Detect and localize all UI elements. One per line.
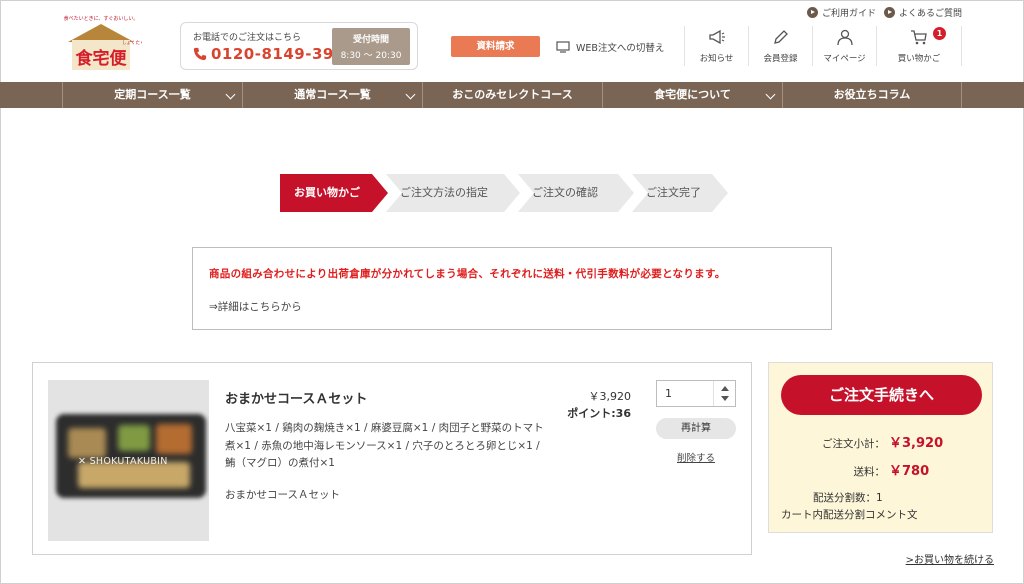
phone-order-box: お電話でのご注文はこちら 0120-8149-39 受付時間 8:30 ～ 20… (180, 22, 418, 70)
megaphone-icon (708, 29, 725, 45)
step-order-method: ご注文方法の指定 (386, 174, 520, 212)
product-title: おまかせコースＡセット (225, 392, 368, 407)
phone-number-text: 0120-8149-39 (211, 45, 334, 63)
hours-badge: 受付時間 8:30 ～ 20:30 (332, 28, 410, 65)
register-label: 会員登録 (763, 54, 798, 64)
monitor-icon (556, 41, 570, 53)
news-link[interactable]: お知らせ (684, 26, 748, 66)
nav-label: 定期コース一覧 (114, 88, 191, 101)
pencil-icon (773, 30, 788, 44)
nav-label: 食宅便について (654, 88, 731, 101)
product-image[interactable]: ✕ SHOKUTAKUBIN (48, 380, 209, 541)
quantity-spinner[interactable] (713, 381, 735, 406)
cart-item: ✕ SHOKUTAKUBIN おまかせコースＡセット 八宝菜×1 / 鶏肉の麹焼… (32, 362, 752, 555)
cart-link[interactable]: 買い物かご 1 (876, 26, 962, 66)
faq-label: よくあるご質問 (898, 9, 962, 19)
checkout-steps: お買い物かご ご注文方法の指定 ご注文の確認 ご注文完了 (280, 174, 728, 212)
order-summary: ご注文手続きへ ご注文小計： ￥3,920 送料： ￥780 配送分割数：1 カート… (768, 362, 993, 533)
recalculate-button[interactable]: 再計算 (656, 418, 736, 439)
user-icon (836, 29, 853, 46)
triangle-up-icon[interactable] (721, 386, 729, 391)
quantity-stepper[interactable]: 1 (656, 380, 736, 407)
split-count: 配送分割数：1 (813, 492, 883, 504)
svg-text:しょくたくびん: しょくたくびん (122, 39, 142, 46)
chevron-down-icon (765, 89, 776, 100)
mypage-label: マイページ (823, 54, 866, 64)
subtotal-value: ￥3,920 (889, 436, 944, 451)
mypage-link[interactable]: マイページ (812, 26, 876, 66)
shipping-notice: 商品の組み合わせにより出荷倉庫が分かれてしまう場合、それぞれに送料・代引手数料が… (192, 247, 832, 330)
svg-text:食宅便: 食宅便 (76, 48, 128, 69)
site-logo[interactable]: 食べたいときに、すぐおいしい。 食宅便 しょくたくびん (60, 12, 154, 76)
news-label: お知らせ (699, 54, 734, 64)
web-switch-label: WEB注文への切替え (576, 43, 665, 54)
nav-item-about[interactable]: 食宅便について (602, 82, 782, 108)
register-link[interactable]: 会員登録 (748, 26, 812, 66)
phone-number[interactable]: 0120-8149-39 (193, 45, 334, 63)
food-dish (156, 424, 192, 454)
nav-item-select-course[interactable]: おこのみセレクトコース (422, 82, 602, 108)
food-dish (118, 425, 150, 451)
nav-label: おこのみセレクトコース (452, 88, 573, 101)
step-cart: お買い物かご (280, 174, 388, 212)
phone-icon (193, 47, 207, 61)
quantity-value: 1 (665, 387, 672, 400)
shipping-value: ￥780 (889, 464, 930, 479)
shipping-label: 送料： (853, 466, 886, 478)
split-comment: カート内配送分割コメント文 (781, 509, 918, 521)
usage-guide-label: ご利用ガイド (821, 9, 876, 19)
hours-text: 8:30 ～ 20:30 (340, 51, 402, 61)
nav-item-column[interactable]: お役立ちコラム (782, 82, 962, 108)
product-subtitle: おまかせコースＡセット (225, 489, 340, 501)
cart-count-badge: 1 (933, 27, 946, 40)
continue-shopping-link[interactable]: >お買い物を続ける (906, 551, 994, 566)
usage-guide-link[interactable]: ご利用ガイド (806, 6, 876, 19)
top-links: ご利用ガイド よくあるご質問 (806, 6, 962, 19)
triangle-down-icon[interactable] (721, 396, 729, 401)
chevron-down-icon (225, 89, 236, 100)
subtotal-label: ご注文小計： (822, 438, 885, 450)
shipping-row: 送料： ￥780 (769, 460, 994, 479)
nav-item-normal-courses[interactable]: 通常コース一覧 (242, 82, 422, 108)
product-description: 八宝菜×1 / 鶏肉の麹焼き×1 / 麻婆豆腐×1 / 肉団子と野菜のトマト煮×… (225, 422, 544, 469)
play-circle-icon (883, 7, 895, 18)
subtotal-row: ご注文小計： ￥3,920 (769, 432, 994, 451)
faq-link[interactable]: よくあるご質問 (883, 6, 962, 19)
svg-text:食べたいときに、すぐおいしい。: 食べたいときに、すぐおいしい。 (64, 15, 139, 22)
request-brochure-button[interactable]: 資料請求 (451, 36, 540, 57)
main-nav: 定期コース一覧 通常コース一覧 おこのみセレクトコース 食宅便について お役立ち… (0, 82, 1024, 108)
cart-label: 買い物かご (897, 54, 941, 64)
header-icon-nav: お知らせ 会員登録 マイページ 買い物かご 1 (684, 26, 962, 66)
nav-label: お役立ちコラム (833, 88, 911, 101)
delete-link[interactable]: 削除する (677, 450, 715, 464)
step-complete: ご注文完了 (632, 174, 728, 212)
play-circle-icon (806, 7, 818, 18)
product-price: ￥3,920 (588, 390, 632, 403)
details-link[interactable]: ⇒詳細はこちらから (209, 299, 302, 314)
nav-item-regular-courses[interactable]: 定期コース一覧 (62, 82, 242, 108)
hours-title: 受付時間 (352, 35, 389, 45)
cart-icon (911, 30, 927, 45)
nav-label: 通常コース一覧 (294, 88, 371, 101)
watermark: ✕ SHOKUTAKUBIN (78, 456, 168, 467)
checkout-button[interactable]: ご注文手続きへ (781, 375, 982, 415)
product-points: ポイント:36 (567, 407, 631, 420)
chevron-down-icon (405, 89, 416, 100)
step-confirm: ご注文の確認 (518, 174, 634, 212)
shipping-warning-text: 商品の組み合わせにより出荷倉庫が分かれてしまう場合、それぞれに送料・代引手数料が… (209, 268, 726, 280)
phone-label: お電話でのご注文はこちら (193, 33, 302, 43)
web-order-switch-link[interactable]: WEB注文への切替え (556, 40, 664, 54)
food-dish (68, 428, 106, 458)
